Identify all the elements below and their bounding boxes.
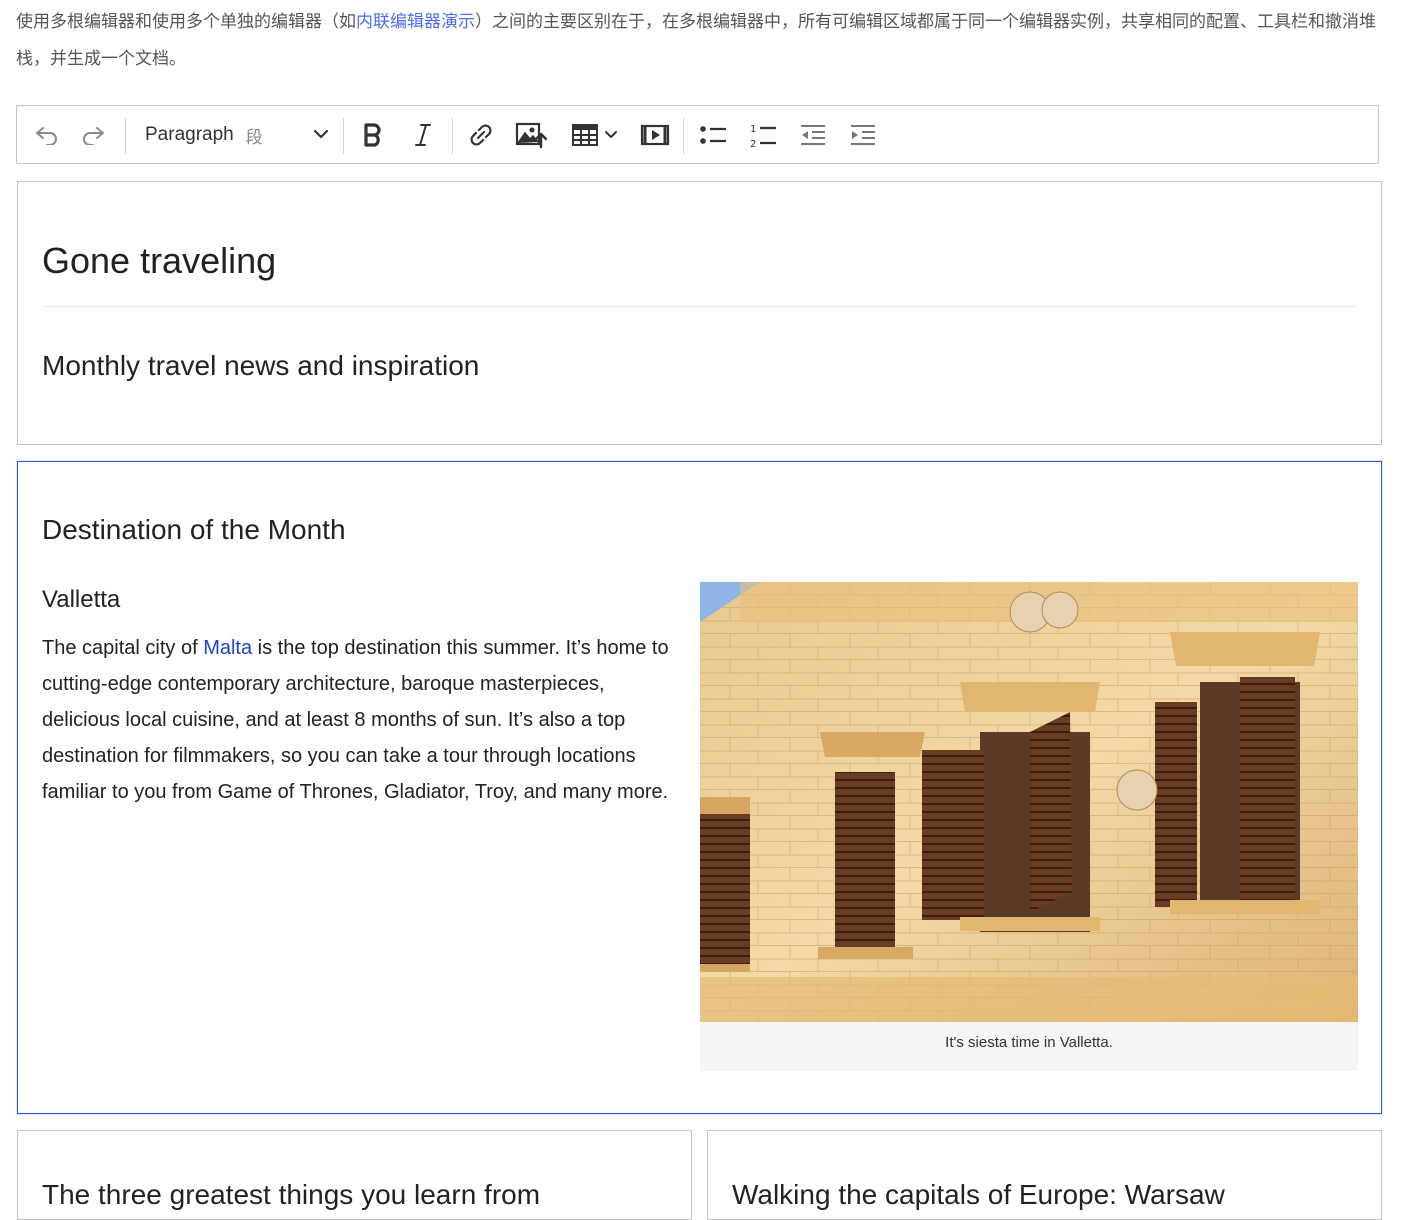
insert-media-icon <box>640 124 670 146</box>
header-editable-area[interactable]: Gone traveling Monthly travel news and i… <box>17 181 1382 445</box>
toolbar-separator <box>343 118 344 154</box>
toolbar-separator <box>683 118 684 154</box>
italic-button[interactable] <box>405 116 441 154</box>
insert-table-icon <box>572 124 598 146</box>
numbered-list-button[interactable]: 12 <box>745 116 781 154</box>
outdent-icon <box>801 125 825 145</box>
header-subtitle[interactable]: Monthly travel news and inspiration <box>42 350 479 382</box>
indent-icon <box>851 125 875 145</box>
numbered-list-icon: 12 <box>750 124 776 149</box>
header-title[interactable]: Gone traveling <box>42 240 276 282</box>
content-editable-area[interactable]: Destination of the Month Valletta The ca… <box>17 461 1382 1114</box>
italic-icon <box>415 124 431 146</box>
right-card-editable-area[interactable]: Walking the capitals of Europe: Warsaw <box>707 1130 1382 1220</box>
insert-media-button[interactable] <box>637 116 673 154</box>
svg-text:1: 1 <box>750 124 756 135</box>
heading-dropdown-value: Paragraph <box>145 124 234 145</box>
bulleted-list-button[interactable] <box>695 116 731 154</box>
indent-button[interactable] <box>845 116 881 154</box>
content-paragraph[interactable]: The capital city of Malta is the top des… <box>42 630 682 810</box>
redo-button[interactable] <box>77 116 111 154</box>
link-button[interactable] <box>463 116 499 154</box>
chevron-down-icon <box>605 131 617 138</box>
chevron-down-icon <box>313 129 329 139</box>
content-subheading[interactable]: Valletta <box>42 586 120 614</box>
image-caption[interactable]: It's siesta time in Valletta. <box>700 1034 1358 1051</box>
bold-button[interactable] <box>355 116 391 154</box>
header-divider <box>42 306 1357 307</box>
svg-text:2: 2 <box>750 139 756 149</box>
intro-text-before: 使用多根编辑器和使用多个单独的编辑器（如 <box>16 12 356 32</box>
insert-image-button[interactable] <box>513 116 549 154</box>
editor-toolbar: Paragraph 段 12 <box>16 105 1379 164</box>
paragraph-text-before: The capital city of <box>42 637 204 659</box>
right-card-heading[interactable]: Walking the capitals of Europe: Warsaw <box>732 1179 1225 1211</box>
image-figure[interactable]: It's siesta time in Valletta. <box>700 582 1358 1071</box>
heading-dropdown-hint: 段 <box>245 127 263 147</box>
toolbar-separator <box>452 118 453 154</box>
valletta-building-image <box>700 582 1358 1022</box>
paragraph-text-after: is the top destination this summer. It’s… <box>42 637 669 803</box>
link-icon <box>470 124 492 146</box>
undo-icon <box>36 127 57 145</box>
content-heading[interactable]: Destination of the Month <box>42 514 346 546</box>
inline-editor-demo-link[interactable]: 内联编辑器演示 <box>356 12 475 32</box>
insert-image-icon <box>515 122 547 149</box>
redo-icon <box>83 127 104 145</box>
intro-text: 使用多根编辑器和使用多个单独的编辑器（如内联编辑器演示）之间的主要区别在于，在多… <box>16 4 1386 78</box>
left-card-heading[interactable]: The three greatest things you learn from <box>42 1179 540 1211</box>
bold-icon <box>364 123 381 147</box>
insert-table-button[interactable] <box>565 116 625 154</box>
undo-button[interactable] <box>29 116 63 154</box>
malta-link[interactable]: Malta <box>203 637 252 659</box>
toolbar-separator <box>125 118 126 154</box>
left-card-editable-area[interactable]: The three greatest things you learn from <box>17 1130 692 1220</box>
outdent-button[interactable] <box>795 116 831 154</box>
bulleted-list-icon <box>700 126 726 144</box>
heading-dropdown[interactable]: Paragraph 段 <box>145 116 331 154</box>
